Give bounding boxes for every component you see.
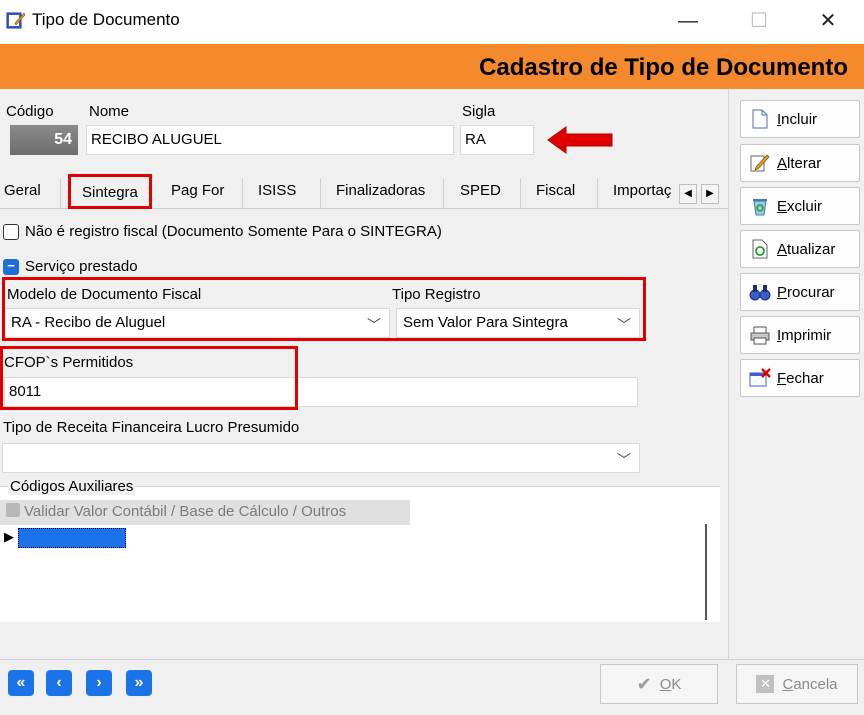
tipo-receita-select[interactable]: ﹀ (2, 443, 640, 473)
alterar-button[interactable]: Alterar (740, 144, 860, 182)
first-record-button[interactable]: « (8, 670, 34, 696)
incluir-button[interactable]: Incluir (740, 100, 860, 138)
sigla-label: Sigla (462, 103, 496, 120)
red-arrow-icon (546, 124, 614, 160)
tab-geral[interactable]: Geral (4, 178, 41, 204)
nome-input[interactable]: RECIBO ALUGUEL (86, 125, 454, 155)
imprimir-button[interactable]: Imprimir (740, 316, 860, 354)
cfop-highlight (0, 346, 298, 410)
refresh-icon (749, 238, 771, 260)
servico-label: Serviço prestado (25, 258, 138, 275)
atualizar-button[interactable]: Atualizar (740, 230, 860, 268)
printer-icon (749, 324, 771, 346)
collapse-icon (6, 503, 20, 517)
tab-scroll-left[interactable]: ◀ (679, 184, 697, 204)
tab-scroll-right[interactable]: ▶ (701, 184, 719, 204)
validar-label: Validar Valor Contábil / Base de Cálculo… (24, 503, 347, 520)
tab-sintegra[interactable]: Sintegra (82, 180, 138, 206)
edit-document-icon (6, 10, 26, 30)
auxiliares-label: Códigos Auxiliares (8, 478, 136, 495)
page-header: Cadastro de Tipo de Documento (0, 44, 864, 89)
fechar-button[interactable]: Fechar (740, 359, 860, 397)
edit-icon (749, 152, 771, 174)
grid-scrollbar[interactable] (705, 524, 707, 620)
page-title: Cadastro de Tipo de Documento (479, 54, 848, 81)
recycle-bin-icon (749, 195, 771, 217)
minimize-button[interactable]: — (673, 8, 703, 34)
tab-fiscal[interactable]: Fiscal (536, 178, 575, 204)
cancela-button[interactable]: ✕ Cancela (736, 664, 858, 704)
procurar-button[interactable]: Procurar (740, 273, 860, 311)
tab-importacao[interactable]: Importaç (613, 178, 671, 204)
servico-collapse-toggle[interactable]: − (3, 259, 19, 275)
row-pointer-icon: ▶ (4, 529, 14, 544)
codigo-field: 54 (10, 125, 78, 155)
new-document-icon (749, 108, 771, 130)
tipo-receita-label: Tipo de Receita Financeira Lucro Presumi… (3, 419, 300, 436)
nao-registro-checkbox[interactable] (3, 224, 19, 240)
binoculars-icon (749, 281, 771, 303)
checkmark-icon: ✔ (636, 673, 652, 694)
validar-header: Validar Valor Contábil / Base de Cálculo… (0, 500, 410, 525)
chevron-down-icon: ﹀ (617, 452, 631, 468)
maximize-button[interactable]: ☐ (744, 8, 774, 34)
tab-pag-for[interactable]: Pag For (171, 178, 224, 204)
nome-label: Nome (89, 103, 130, 120)
codigo-label: Código (6, 103, 54, 120)
tab-finalizadoras[interactable]: Finalizadoras (336, 178, 425, 204)
tab-isiss[interactable]: ISISS (258, 178, 296, 204)
tab-sped[interactable]: SPED (460, 178, 501, 204)
modelo-highlight (2, 277, 646, 341)
close-window-icon (749, 367, 771, 389)
title-bar: Tipo de Documento — ☐ ✕ (0, 0, 864, 44)
cancel-icon: ✕ (756, 675, 775, 693)
previous-record-button[interactable]: ‹ (46, 670, 72, 696)
next-record-button[interactable]: › (86, 670, 112, 696)
ok-button[interactable]: ✔ OK (600, 664, 718, 704)
grid-selected-cell[interactable] (18, 528, 126, 548)
window-title: Tipo de Documento (32, 10, 180, 29)
excluir-button[interactable]: Excluir (740, 187, 860, 225)
sigla-input[interactable]: RA (460, 125, 534, 155)
nao-registro-label: Não é registro fiscal (Documento Somente… (25, 223, 442, 240)
close-button[interactable]: ✕ (813, 8, 843, 34)
last-record-button[interactable]: » (126, 670, 152, 696)
